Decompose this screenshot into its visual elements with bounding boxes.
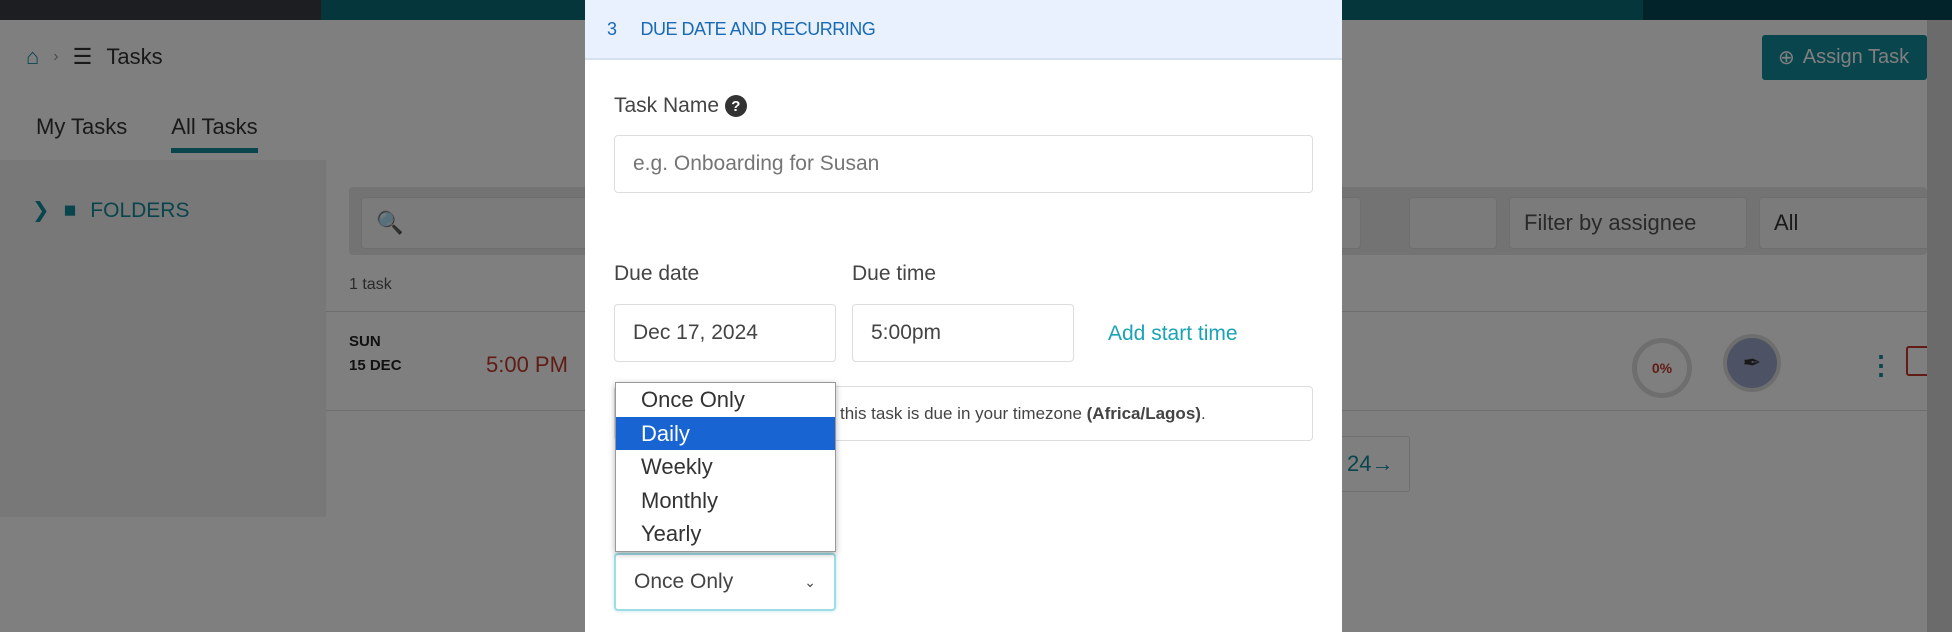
task-name-label: Task Name ?	[614, 94, 747, 118]
option-monthly[interactable]: Monthly	[616, 484, 835, 518]
due-date-label: Due date	[614, 262, 700, 285]
recurrence-dropdown: Once Only Daily Weekly Monthly Yearly	[615, 382, 836, 552]
option-yearly[interactable]: Yearly	[616, 517, 835, 551]
help-icon[interactable]: ?	[724, 95, 747, 118]
due-time-input[interactable]: 5:00pm	[852, 304, 1074, 362]
option-daily[interactable]: Daily	[616, 416, 835, 451]
section-header: 3 DUE DATE AND RECURRING	[585, 0, 1342, 60]
due-time-label: Due time	[852, 262, 937, 285]
due-date-input[interactable]: Dec 17, 2024	[614, 304, 836, 362]
chevron-down-icon: ⌄	[804, 573, 816, 590]
option-once-only[interactable]: Once Only	[616, 383, 835, 417]
recurrence-select[interactable]: Once Only ⌄	[614, 553, 836, 611]
task-name-input[interactable]	[614, 135, 1313, 193]
option-weekly[interactable]: Weekly	[616, 450, 835, 484]
add-start-time-link[interactable]: Add start time	[1108, 322, 1238, 346]
